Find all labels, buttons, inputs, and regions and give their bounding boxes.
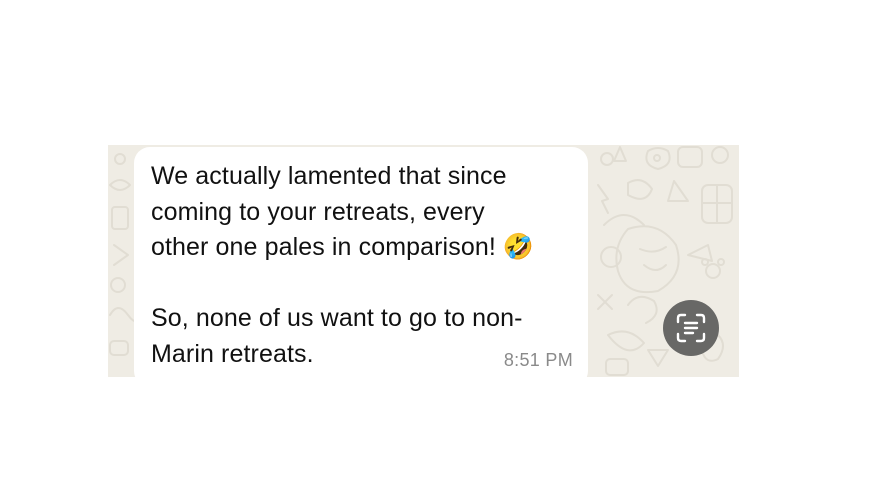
- screenshot-page: We actually lamented that since coming t…: [0, 0, 880, 496]
- live-text-scan-icon: [676, 313, 706, 343]
- chat-area: We actually lamented that since coming t…: [108, 145, 739, 377]
- message-text: We actually lamented that since coming t…: [151, 162, 535, 368]
- scan-text-button[interactable]: [663, 300, 719, 356]
- message-bubble[interactable]: We actually lamented that since coming t…: [134, 147, 588, 377]
- message-timestamp: 8:51 PM: [503, 350, 573, 370]
